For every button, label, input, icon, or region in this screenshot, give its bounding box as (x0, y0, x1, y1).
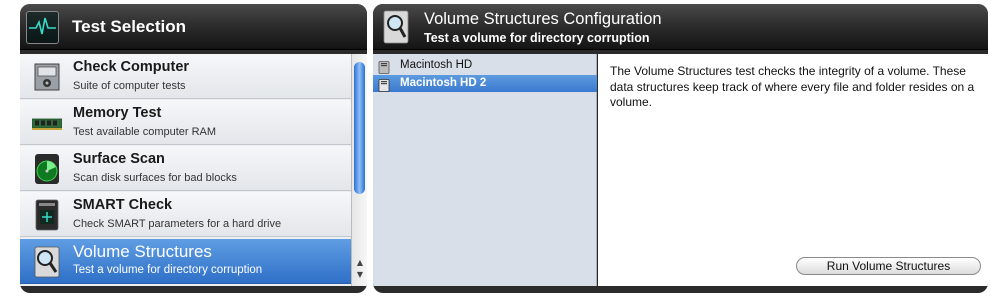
volume-label: Macintosh HD 2 (400, 77, 487, 89)
item-title: SMART Check (73, 197, 173, 213)
magnifier-drive-icon (383, 10, 409, 44)
volume-item-macintosh-hd[interactable]: Macintosh HD (373, 57, 597, 74)
configuration-panel: Volume Structures Configuration Test a v… (373, 4, 988, 293)
pulse-monitor-icon (26, 11, 59, 44)
drive-health-icon (32, 199, 62, 231)
test-description: The Volume Structures test checks the in… (610, 64, 975, 109)
item-title: Memory Test (73, 105, 162, 121)
panel-title: Test Selection (72, 17, 186, 36)
item-title: Volume Structures (73, 242, 212, 261)
list-item-check-computer[interactable]: Check Computer Suite of computer tests (20, 54, 351, 99)
configuration-header: Volume Structures Configuration Test a v… (373, 4, 988, 50)
radar-disk-icon (32, 153, 62, 185)
test-list: Check Computer Suite of computer tests M… (20, 54, 351, 286)
list-item-volume-structures[interactable]: Volume Structures Test a volume for dire… (20, 239, 351, 284)
list-item-smart-check[interactable]: SMART Check Check SMART parameters for a… (20, 192, 351, 237)
item-title: Surface Scan (73, 151, 165, 167)
test-selection-panel: Test Selection Check Computer Suite of c… (20, 4, 367, 293)
volume-list: Macintosh HD Macintosh HD 2 (373, 54, 597, 286)
computer-icon (32, 61, 62, 93)
description-area: The Volume Structures test checks the in… (598, 54, 988, 286)
list-item-memory-test[interactable]: Memory Test Test available computer RAM (20, 100, 351, 145)
item-subtitle: Scan disk surfaces for bad blocks (73, 172, 237, 184)
panel-subtitle: Test a volume for directory corruption (424, 31, 650, 45)
magnifier-drive-icon (32, 246, 62, 278)
scroll-down-arrow-icon[interactable]: ▼ (355, 270, 365, 280)
test-selection-header: Test Selection (20, 4, 367, 50)
hard-drive-icon (378, 59, 390, 74)
item-subtitle: Test a volume for directory corruption (73, 264, 263, 276)
volume-item-macintosh-hd-2[interactable]: Macintosh HD 2 (373, 75, 597, 92)
hard-drive-icon (378, 77, 390, 92)
scroll-up-arrow-icon[interactable]: ▲ (355, 258, 365, 268)
item-subtitle: Test available computer RAM (73, 126, 217, 138)
run-volume-structures-button[interactable]: Run Volume Structures (796, 257, 981, 275)
panel-title: Volume Structures Configuration (424, 10, 662, 28)
item-subtitle: Check SMART parameters for a hard drive (73, 218, 282, 230)
list-scrollbar[interactable]: ▲ ▼ (351, 54, 367, 286)
list-item-surface-scan[interactable]: Surface Scan Scan disk surfaces for bad … (20, 146, 351, 191)
ram-chip-icon (31, 107, 63, 139)
item-title: Check Computer (73, 59, 190, 75)
scrollbar-thumb[interactable] (354, 62, 365, 194)
volume-label: Macintosh HD (400, 59, 473, 71)
item-subtitle: Suite of computer tests (73, 80, 186, 92)
